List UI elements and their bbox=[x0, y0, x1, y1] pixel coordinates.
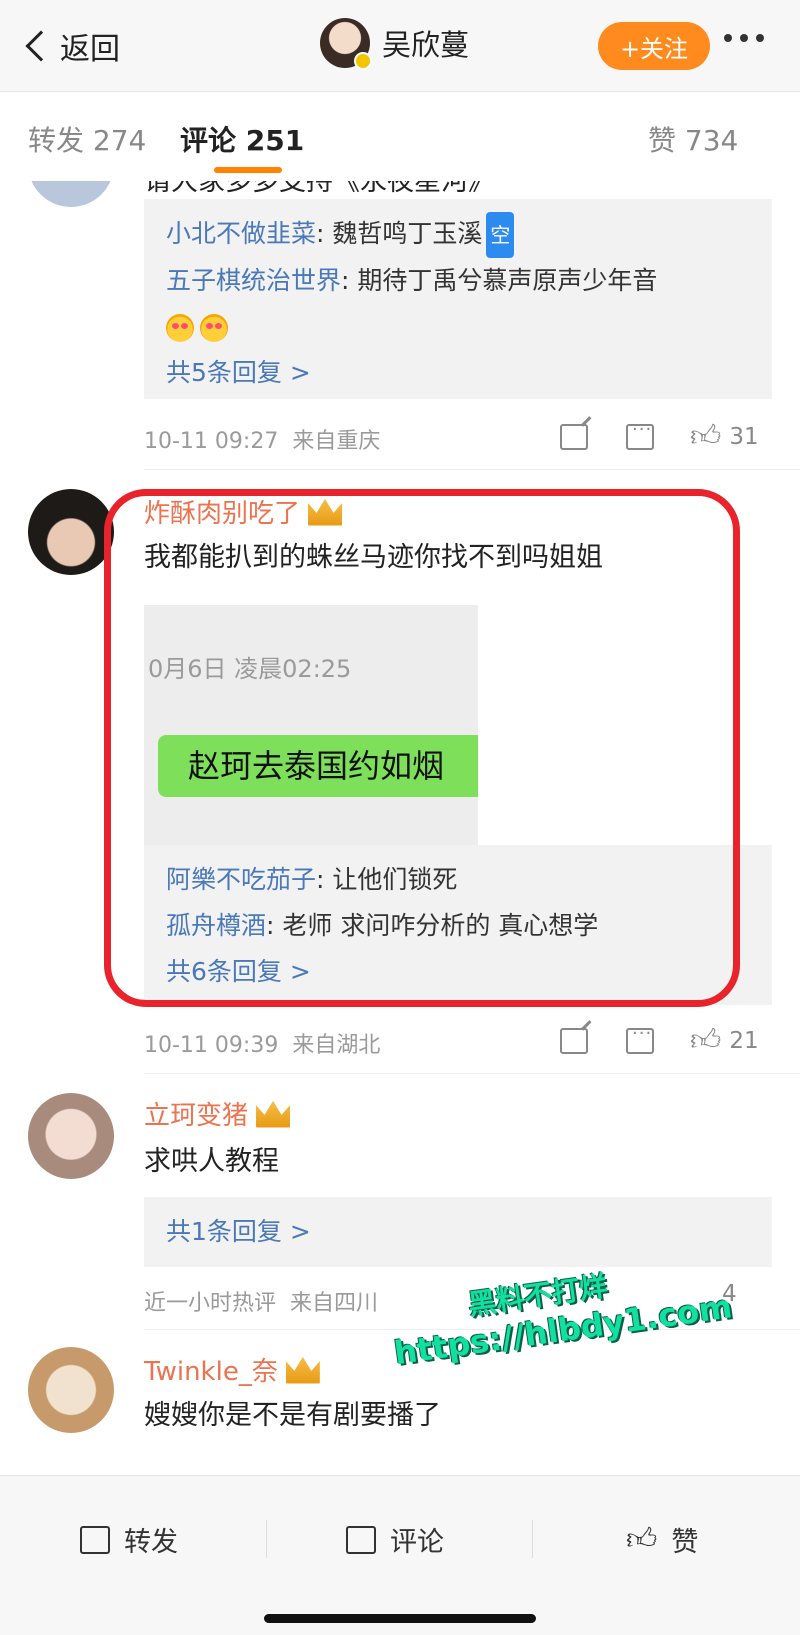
reply-box[interactable]: 阿樂不吃茄子: 让他们锁死 孤舟樽酒: 老师 求问咋分析的 真心想学 共6条回复… bbox=[144, 845, 772, 1005]
heart-eyes-emoji-icon bbox=[166, 314, 194, 342]
comment-user-name[interactable]: 炸酥肉别吃了 bbox=[144, 493, 343, 530]
more-dots-icon[interactable] bbox=[724, 34, 764, 42]
like-icon[interactable]: 👍︎ bbox=[690, 419, 721, 455]
reply-text: : 魏哲鸣丁玉溪 bbox=[316, 219, 483, 248]
reply-text: : 期待丁禹兮慕声原声少年音 bbox=[341, 266, 658, 295]
comment-icon bbox=[346, 1525, 376, 1554]
back-label: 返回 bbox=[60, 32, 120, 67]
header-user[interactable]: 吴欣蔓 bbox=[320, 18, 470, 70]
back-button[interactable]: 返回 bbox=[22, 22, 120, 70]
kong-badge: 空 bbox=[486, 212, 515, 258]
share-icon[interactable] bbox=[560, 424, 588, 450]
home-indicator bbox=[264, 1614, 536, 1623]
crown-badge-icon bbox=[285, 1356, 320, 1384]
tab-likes[interactable]: 赞 734 bbox=[648, 119, 738, 159]
reply-item[interactable]: 孤舟樽酒: 老师 求问咋分析的 真心想学 bbox=[166, 903, 750, 949]
header-user-name: 吴欣蔓 bbox=[382, 28, 470, 62]
avatar[interactable] bbox=[28, 489, 114, 575]
comment-icon[interactable] bbox=[626, 1023, 654, 1054]
tab-bar: 转发 274 评论 251 赞 734 bbox=[0, 93, 800, 181]
reply-text: : 让他们锁死 bbox=[316, 865, 458, 894]
like-label: 赞 bbox=[671, 1527, 699, 1558]
crown-badge-icon bbox=[308, 498, 343, 526]
more-replies-link[interactable]: 共5条回复 > bbox=[166, 350, 750, 396]
user-name-text: 立珂变猪 bbox=[144, 1101, 249, 1131]
more-replies-link[interactable]: 共1条回复 > bbox=[166, 1209, 750, 1255]
tab-underline bbox=[214, 167, 282, 173]
divider bbox=[144, 1073, 800, 1074]
comment-text: 我都能扒到的蛛丝马迹你找不到吗姐姐 bbox=[144, 542, 603, 573]
reply-box[interactable]: 小北不做韭菜: 魏哲鸣丁玉溪空 五子棋统治世界: 期待丁禹兮慕声原声少年音 共5… bbox=[144, 199, 772, 399]
reply-user[interactable]: 阿樂不吃茄子 bbox=[166, 865, 316, 894]
comment-text: 嫂嫂你是不是有剧要播了 bbox=[144, 1400, 441, 1431]
crown-badge-icon bbox=[256, 1100, 291, 1128]
comment-list[interactable]: 请大家多多支持《永夜星河》 小北不做韭菜: 魏哲鸣丁玉溪空 五子棋统治世界: 期… bbox=[0, 181, 800, 1475]
reply-user[interactable]: 小北不做韭菜 bbox=[166, 219, 316, 248]
more-replies-link[interactable]: 共6条回复 > bbox=[166, 949, 750, 995]
reply-text: : 老师 求问咋分析的 真心想学 bbox=[266, 911, 599, 940]
chevron-left-icon bbox=[25, 30, 57, 62]
like-button[interactable]: 👍︎ 赞 bbox=[626, 1520, 698, 1559]
comment-location: 来自湖北 bbox=[292, 1033, 381, 1058]
verified-badge-icon bbox=[354, 52, 372, 70]
comment-time: 10-11 09:27 bbox=[144, 429, 279, 454]
reply-item[interactable]: 阿樂不吃茄子: 让他们锁死 bbox=[166, 857, 750, 903]
like-count: 31 bbox=[729, 424, 759, 450]
image-chat-bubble: 赵珂去泰国约如烟 bbox=[158, 735, 478, 797]
like-icon: 👍︎ bbox=[626, 1521, 658, 1557]
emoji-row bbox=[166, 304, 750, 350]
comment-actions: 👍︎ 31 bbox=[560, 419, 759, 455]
divider bbox=[532, 1520, 533, 1558]
share-icon[interactable] bbox=[560, 1028, 588, 1054]
like-icon[interactable]: 👍︎ bbox=[690, 1023, 721, 1059]
comment-time: 10-11 09:39 bbox=[144, 1033, 279, 1058]
like-count: 21 bbox=[729, 1028, 759, 1054]
share-icon bbox=[80, 1525, 110, 1554]
user-name-text: Twinkle_奈 bbox=[144, 1357, 278, 1387]
comment-time: 近一小时热评 bbox=[144, 1291, 277, 1316]
comment-user-name[interactable]: 立珂变猪 bbox=[144, 1095, 291, 1132]
follow-button[interactable]: +关注 bbox=[598, 22, 710, 70]
top-bar: 返回 吴欣蔓 +关注 bbox=[0, 0, 800, 92]
comment-label: 评论 bbox=[390, 1527, 444, 1558]
comment-image[interactable]: 0月6日 凌晨02:25 赵珂去泰国约如烟 bbox=[144, 605, 478, 845]
comment-icon[interactable] bbox=[626, 419, 654, 450]
user-name-text: 炸酥肉别吃了 bbox=[144, 499, 301, 529]
divider bbox=[266, 1520, 267, 1558]
comment-meta: 10-11 09:27 来自重庆 bbox=[144, 423, 380, 455]
tab-comments[interactable]: 评论 251 bbox=[180, 119, 304, 159]
divider bbox=[144, 469, 800, 470]
avatar[interactable] bbox=[28, 1347, 114, 1433]
bottom-action-bar: 转发 评论 👍︎ 赞 bbox=[0, 1475, 800, 1635]
image-time-text: 0月6日 凌晨02:25 bbox=[148, 655, 352, 683]
tab-repost[interactable]: 转发 274 bbox=[28, 119, 146, 159]
heart-eyes-emoji-icon bbox=[200, 314, 228, 342]
comment-actions: 👍︎ 21 bbox=[560, 1023, 759, 1059]
repost-label: 转发 bbox=[124, 1527, 178, 1558]
comment-meta: 10-11 09:39 来自湖北 bbox=[144, 1027, 380, 1059]
comment-location: 来自四川 bbox=[290, 1291, 379, 1316]
reply-item[interactable]: 五子棋统治世界: 期待丁禹兮慕声原声少年音 bbox=[166, 258, 750, 304]
reply-user[interactable]: 五子棋统治世界 bbox=[166, 266, 341, 295]
comment-button[interactable]: 评论 bbox=[346, 1520, 444, 1559]
comment-location: 来自重庆 bbox=[292, 429, 381, 454]
reply-user[interactable]: 孤舟樽酒 bbox=[166, 911, 266, 940]
comment-user-name[interactable]: Twinkle_奈 bbox=[144, 1351, 320, 1388]
avatar[interactable] bbox=[28, 181, 114, 207]
reply-item[interactable]: 小北不做韭菜: 魏哲鸣丁玉溪空 bbox=[166, 211, 750, 258]
comment-text: 请大家多多支持《永夜星河》 bbox=[144, 181, 495, 197]
avatar[interactable] bbox=[320, 18, 372, 70]
avatar[interactable] bbox=[28, 1093, 114, 1179]
comment-text: 求哄人教程 bbox=[144, 1146, 279, 1177]
repost-button[interactable]: 转发 bbox=[80, 1520, 178, 1559]
comment-meta: 近一小时热评 来自四川 bbox=[144, 1285, 378, 1317]
